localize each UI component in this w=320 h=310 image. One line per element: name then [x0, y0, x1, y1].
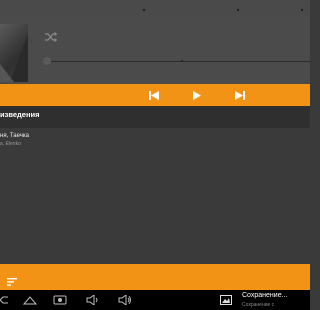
- track-title: ня, Таечка: [0, 133, 29, 139]
- play-button[interactable]: [190, 89, 204, 101]
- bottom-bar: [0, 264, 310, 290]
- status-dot: [237, 9, 239, 11]
- recent-apps-icon[interactable]: [53, 294, 67, 306]
- volume-up-icon[interactable]: [118, 294, 132, 306]
- status-dot: [143, 9, 145, 11]
- seek-bar[interactable]: [46, 61, 310, 62]
- list-item[interactable]: ня, Таечка а, Elenko: [0, 131, 310, 149]
- image-notification-icon[interactable]: [220, 294, 232, 306]
- now-playing-panel: [0, 14, 310, 84]
- album-art-graphic: [0, 34, 28, 82]
- status-dot: [301, 9, 303, 11]
- queue-header: изведения: [0, 106, 310, 128]
- track-artist: а, Elenko: [0, 141, 21, 147]
- next-track-button[interactable]: [233, 89, 247, 101]
- status-bar: [0, 0, 310, 14]
- skip-previous-icon: [149, 90, 159, 100]
- play-icon: [193, 90, 201, 100]
- notification-subtitle: Сохранение с: [242, 302, 275, 308]
- seek-thumb[interactable]: [43, 57, 51, 65]
- notification-title[interactable]: Сохранение...: [242, 292, 287, 299]
- home-icon[interactable]: [23, 294, 37, 306]
- album-art[interactable]: [0, 24, 28, 82]
- seek-marker: [181, 60, 183, 62]
- queue-list-icon[interactable]: [7, 273, 17, 286]
- skip-next-icon: [235, 90, 245, 100]
- back-icon[interactable]: [0, 294, 8, 306]
- volume-down-icon[interactable]: [86, 294, 100, 306]
- queue-title: изведения: [0, 110, 40, 119]
- shuffle-icon[interactable]: [45, 29, 58, 42]
- previous-track-button[interactable]: [147, 89, 161, 101]
